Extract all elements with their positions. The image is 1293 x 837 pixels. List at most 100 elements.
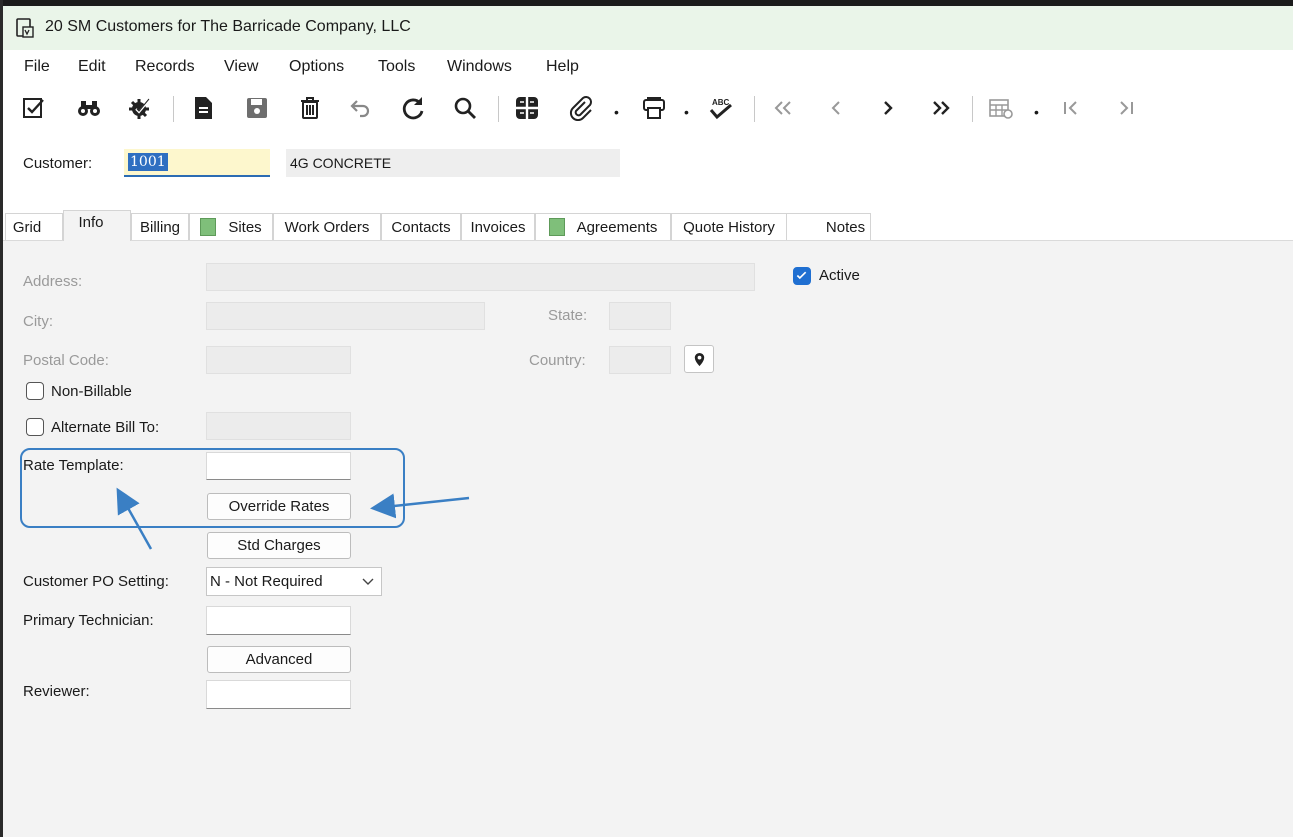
grid-dropdown-icon[interactable]: •	[1034, 104, 1039, 120]
menu-help[interactable]: Help	[546, 58, 579, 76]
print-icon[interactable]	[639, 93, 669, 123]
non-billable-checkbox[interactable]	[26, 382, 44, 400]
tab-label: Contacts	[391, 218, 451, 236]
toolbar-separator	[754, 96, 755, 122]
layout-icon[interactable]	[512, 93, 542, 123]
tab-label: Work Orders	[284, 218, 370, 236]
previous-record-icon[interactable]	[821, 93, 851, 123]
go-last-icon[interactable]	[1111, 93, 1141, 123]
tab-label: Sites	[228, 218, 262, 236]
print-dropdown-icon[interactable]: •	[684, 104, 689, 120]
customer-label: Customer:	[23, 155, 93, 172]
delete-icon[interactable]	[295, 93, 325, 123]
last-record-icon[interactable]	[926, 93, 956, 123]
customer-po-select[interactable]: N - Not Required	[206, 567, 382, 596]
save-icon[interactable]	[242, 93, 272, 123]
address-field[interactable]	[206, 263, 755, 291]
attach-icon[interactable]	[566, 93, 596, 123]
active-checkbox[interactable]	[793, 267, 811, 285]
customer-id-value: 1001	[128, 153, 168, 171]
grid-settings-icon[interactable]	[986, 93, 1016, 123]
tab-agreements[interactable]: Agreements	[535, 213, 671, 240]
alternate-bill-to-label: Alternate Bill To:	[51, 419, 160, 436]
first-record-icon[interactable]	[768, 93, 798, 123]
tab-label: Info	[78, 213, 104, 231]
spellcheck-icon[interactable]: ABC	[705, 93, 735, 123]
customer-po-value: N - Not Required	[210, 573, 323, 590]
map-pin-icon	[694, 352, 704, 366]
postal-code-label: Postal Code:	[23, 352, 109, 369]
window-title: 20 SM Customers for The Barricade Compan…	[45, 18, 411, 35]
active-label: Active	[819, 267, 860, 284]
advanced-button[interactable]: Advanced	[207, 646, 351, 673]
search-icon[interactable]	[450, 93, 480, 123]
menu-file[interactable]: File	[24, 58, 50, 76]
tab-label: Billing	[139, 218, 181, 236]
tab-billing[interactable]: Billing	[131, 213, 189, 240]
tab-label: Grid	[12, 218, 42, 236]
menu-tools[interactable]: Tools	[378, 58, 415, 76]
next-record-icon[interactable]	[873, 93, 903, 123]
chevron-down-icon	[362, 578, 374, 585]
reviewer-label: Reviewer:	[23, 683, 90, 700]
tab-quote-history[interactable]: Quote History	[671, 213, 787, 240]
toolbar: • • ABC •	[3, 84, 1293, 134]
reviewer-input[interactable]	[206, 680, 351, 709]
new-document-icon[interactable]	[188, 93, 218, 123]
address-label: Address:	[23, 273, 83, 290]
menu-view[interactable]: View	[224, 58, 258, 76]
alternate-bill-to-checkbox[interactable]	[26, 418, 44, 436]
country-field[interactable]	[609, 346, 671, 374]
toolbar-separator	[173, 96, 174, 122]
customer-id-input[interactable]: 1001	[124, 149, 270, 177]
tab-info[interactable]: Info	[63, 210, 131, 241]
svg-text:ABC: ABC	[712, 98, 730, 107]
customer-window: 20 SM Customers for The Barricade Compan…	[3, 6, 1293, 837]
settings-check-icon[interactable]	[125, 93, 155, 123]
alternate-bill-to-field[interactable]	[206, 412, 351, 440]
tab-invoices[interactable]: Invoices	[461, 213, 535, 240]
state-field[interactable]	[609, 302, 671, 330]
agreements-icon	[548, 218, 565, 236]
customer-po-label: Customer PO Setting:	[23, 573, 169, 590]
primary-technician-input[interactable]	[206, 606, 351, 635]
undo-icon[interactable]	[345, 93, 375, 123]
menu-bar: File Edit Records View Options Tools Win…	[3, 50, 1293, 84]
country-label: Country:	[529, 352, 586, 369]
primary-technician-label: Primary Technician:	[23, 612, 154, 629]
tab-label: Agreements	[576, 218, 658, 236]
toolbar-separator	[972, 96, 973, 122]
customer-header: Customer: 1001 4G CONCRETE	[3, 134, 1293, 210]
city-label: City:	[23, 313, 53, 330]
map-pin-button[interactable]	[684, 345, 714, 373]
non-billable-label: Non-Billable	[51, 383, 132, 400]
menu-windows[interactable]: Windows	[447, 58, 512, 76]
tab-sites[interactable]: Sites	[189, 213, 273, 240]
tab-notes[interactable]: Notes	[787, 213, 871, 240]
menu-records[interactable]: Records	[135, 58, 195, 76]
menu-edit[interactable]: Edit	[78, 58, 106, 76]
app-icon	[16, 18, 34, 38]
binoculars-icon[interactable]	[74, 93, 104, 123]
tab-contacts[interactable]: Contacts	[381, 213, 461, 240]
toolbar-separator	[498, 96, 499, 122]
attach-dropdown-icon[interactable]: •	[614, 104, 619, 120]
tab-work-orders[interactable]: Work Orders	[273, 213, 381, 240]
sites-icon	[200, 218, 217, 236]
refresh-icon[interactable]	[398, 93, 428, 123]
tab-grid[interactable]: Grid	[5, 213, 63, 240]
postal-code-field[interactable]	[206, 346, 351, 374]
state-label: State:	[548, 307, 588, 324]
tab-label: Notes	[825, 218, 866, 236]
tab-label: Quote History	[683, 218, 775, 236]
edit-check-icon[interactable]	[19, 93, 49, 123]
city-field[interactable]	[206, 302, 485, 330]
go-first-icon[interactable]	[1056, 93, 1086, 123]
std-charges-button[interactable]: Std Charges	[207, 532, 351, 559]
menu-options[interactable]: Options	[289, 58, 344, 76]
tab-label: Invoices	[470, 218, 526, 236]
customer-name-field: 4G CONCRETE	[286, 149, 620, 177]
annotation-highlight-box	[20, 448, 405, 528]
tab-bar: Grid Info Billing Sites Work Orders Cont…	[3, 210, 1293, 241]
title-bar: 20 SM Customers for The Barricade Compan…	[3, 6, 1293, 50]
